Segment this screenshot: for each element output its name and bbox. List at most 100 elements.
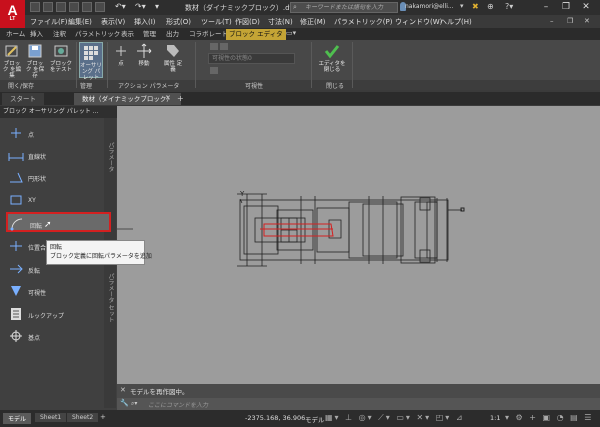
annotation-scale[interactable]: 1:1: [490, 414, 500, 422]
restore-icon[interactable]: ❐: [558, 1, 574, 13]
help-icon[interactable]: ?▾: [505, 2, 513, 11]
open-icon[interactable]: [43, 2, 53, 12]
test-block-button[interactable]: ブロック をテスト: [50, 43, 72, 73]
redo-icon[interactable]: ↷▾: [135, 2, 146, 11]
status-tools[interactable]: ▾ ⚙ + ▣ ◔ ▤ ☰: [505, 413, 593, 422]
tab-collaborate[interactable]: コラボレート: [186, 29, 231, 40]
tab-sheet1[interactable]: Sheet1: [35, 413, 67, 422]
move-action-button[interactable]: 移動: [135, 43, 153, 67]
palette-item-polar[interactable]: 円形状: [6, 167, 111, 187]
tab-annotate[interactable]: 注釈: [50, 29, 69, 40]
panel-close-label[interactable]: 閉じる: [326, 81, 344, 90]
exchange-icon[interactable]: ✖: [472, 2, 479, 11]
menu-insert[interactable]: 挿入(I): [134, 17, 156, 27]
menu-tools[interactable]: ツール(T): [201, 17, 232, 27]
palette-item-lookup[interactable]: ルックアップ: [6, 304, 111, 324]
palette-item-linear[interactable]: 直線状: [6, 145, 111, 165]
user-name[interactable]: nakamori@elli...: [405, 3, 454, 10]
tab-home[interactable]: ホーム: [3, 29, 28, 40]
menu-dimension[interactable]: 寸法(N): [268, 17, 293, 27]
edit-block-icon: [4, 43, 20, 59]
palette-title[interactable]: ブロック オーサリング パレット ...: [0, 106, 117, 118]
save-icon[interactable]: [56, 2, 66, 12]
undo-icon[interactable]: ↶▾: [115, 2, 126, 11]
close-icon[interactable]: ✕: [578, 1, 594, 13]
palette-item-visibility[interactable]: 可視性: [6, 281, 111, 301]
visibility-mode-icon[interactable]: [210, 43, 218, 50]
palette-item-xy[interactable]: XY: [6, 190, 111, 210]
connect-icon[interactable]: ⊕: [487, 2, 494, 11]
doc-restore-icon[interactable]: ❐: [567, 17, 573, 25]
palette-item-basepoint[interactable]: 基点: [6, 326, 111, 346]
palette-grid-icon: [83, 45, 99, 61]
palette-item-point[interactable]: 点: [6, 123, 111, 143]
panel-manage-label[interactable]: 管理: [80, 81, 92, 90]
visibility-state-select[interactable]: 可視性の状態0: [208, 53, 295, 64]
drawing-canvas[interactable]: Y: [105, 106, 600, 384]
vehicle-drawing: Y: [105, 190, 465, 267]
menu-edit[interactable]: 編集(E): [68, 17, 92, 27]
panel-visibility-label[interactable]: 可視性: [245, 81, 263, 90]
command-input[interactable]: ここにコマンドを入力: [148, 400, 208, 409]
wrench-icon[interactable]: 🔧: [120, 399, 129, 407]
menu-draw[interactable]: 作図(D): [235, 17, 260, 27]
panel-divider: [107, 42, 108, 88]
print-icon[interactable]: [82, 2, 92, 12]
authoring-palette-button[interactable]: オーサリング パレット: [79, 42, 103, 81]
tab-block-editor[interactable]: ブロック エディタ: [226, 29, 286, 40]
app-logo-button[interactable]: A LT: [0, 0, 25, 28]
attribute-definition-button[interactable]: 属性 定義: [163, 43, 183, 73]
menu-help[interactable]: ヘルプ(H): [440, 17, 472, 27]
menu-format[interactable]: 形式(O): [166, 17, 191, 27]
tab-output[interactable]: 出力: [163, 29, 182, 40]
tooltip-description: ブロック定義に回転パラメータを追加: [50, 253, 152, 260]
point-param-button[interactable]: 点: [113, 43, 129, 67]
doc-minimize-icon[interactable]: –: [550, 17, 554, 25]
lookup-param-icon: [8, 307, 24, 321]
alignment-param-icon: [8, 239, 24, 253]
search-input[interactable]: キーワードまたは語句を入力: [290, 2, 398, 13]
menu-view[interactable]: 表示(V): [101, 17, 125, 27]
tooltip: 回転 ブロック定義に回転パラメータを追加: [46, 240, 152, 265]
menu-window[interactable]: ウィンドウ(W): [395, 17, 442, 27]
command-close-icon[interactable]: ✕: [120, 386, 126, 394]
menu-file[interactable]: ファイル(F): [30, 17, 68, 27]
save-block-icon: [27, 43, 43, 59]
new-icon[interactable]: [30, 2, 40, 12]
visibility-make-icon[interactable]: [220, 43, 228, 50]
menu-parametric[interactable]: パラメトリック(P): [334, 17, 392, 27]
plot-icon[interactable]: [95, 2, 105, 12]
panel-divider: [311, 42, 312, 88]
panel-action-params-label[interactable]: アクション パラメータ: [118, 81, 179, 90]
tab-model[interactable]: モデル: [3, 413, 32, 424]
visibility-hide-icon[interactable]: [210, 67, 218, 74]
drafting-toggles[interactable]: ▦▾ ⊥ ◎▾ ⟋▾ ▭▾ ✕▾ ◰▾ ⊿: [325, 413, 465, 423]
tab-insert[interactable]: 挿入: [27, 29, 46, 40]
close-editor-button[interactable]: エディタを閉じる: [318, 43, 346, 73]
tab-close-icon[interactable]: ✕: [165, 94, 171, 102]
panel-divider: [76, 42, 77, 88]
tab-view[interactable]: 表示: [118, 29, 137, 40]
user-dropdown-icon[interactable]: ▾: [460, 2, 464, 10]
tab-parametric[interactable]: パラメトリック: [72, 29, 123, 40]
panel-open-save-label[interactable]: 開く/保存: [8, 81, 34, 90]
doc-close-icon[interactable]: ✕: [584, 17, 590, 25]
autocad-window: A LT ↶▾ ↷▾ ▾ 数材（ダイナミックブロック）.dwg キーワードまたは語…: [0, 0, 600, 427]
edit-block-button[interactable]: ブロック を編集: [2, 43, 22, 79]
qa-dropdown-icon[interactable]: ▾: [155, 2, 159, 11]
menu-modify[interactable]: 修正(M): [300, 17, 326, 27]
palette-item-rotation[interactable]: 回転: [6, 212, 111, 232]
tab-start[interactable]: スタート: [2, 93, 44, 105]
search-icon: ⌕: [293, 3, 297, 11]
minimize-icon[interactable]: –: [538, 1, 554, 13]
save-block-button[interactable]: ブロック を保存: [25, 43, 45, 79]
new-tab-icon[interactable]: +: [177, 94, 184, 103]
saveas-icon[interactable]: [69, 2, 79, 12]
command-dropdown-icon[interactable]: ⌕▾: [131, 400, 137, 408]
coordinate-readout: -2375.168, 36.906: [245, 414, 306, 422]
model-space-button[interactable]: モデル: [305, 414, 325, 424]
ribbon-toggle-icon[interactable]: ▭▾: [286, 29, 296, 37]
add-layout-icon[interactable]: +: [100, 413, 106, 421]
tab-manage[interactable]: 管理: [140, 29, 159, 40]
tab-sheet2[interactable]: Sheet2: [67, 413, 99, 422]
